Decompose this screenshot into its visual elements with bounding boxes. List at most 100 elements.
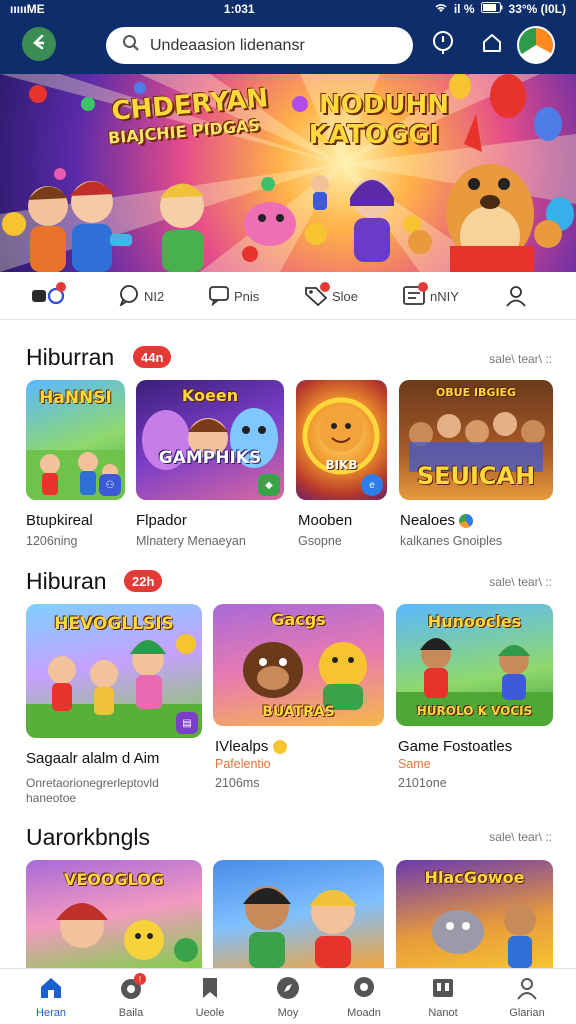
thumbnail-title: HlacGowoe <box>424 868 525 887</box>
game-title[interactable]: Nealoes <box>400 512 474 529</box>
notification-badge <box>56 282 66 292</box>
bottom-nav: Heran ! Baila Ueole Moy Moadn Nanot Glar… <box>0 968 576 1024</box>
location-pin-icon <box>432 30 454 60</box>
signal-label: il % <box>453 2 475 16</box>
category-nav: NI2 Pnis Sloe nNIY <box>0 272 576 320</box>
nav-chat-label: Moadn <box>347 1007 381 1019</box>
platform-icon: ▤ <box>176 712 198 734</box>
chat-bubble-icon <box>351 975 377 1004</box>
game-card-thumbnail[interactable]: HEVOGLLSIS ▤ <box>26 604 202 738</box>
nav-profile-label: Glarian <box>509 1007 545 1019</box>
profile-icon <box>504 284 528 311</box>
category-chat[interactable]: NI2 <box>118 284 164 309</box>
thumbnail-title: SEUICAH <box>416 462 536 490</box>
section-badge: 22h <box>124 570 163 592</box>
game-title[interactable]: Mooben <box>298 512 352 529</box>
game-meta: 2101one <box>398 776 447 790</box>
home-icon <box>38 975 64 1004</box>
battery-icon <box>480 2 503 16</box>
game-card-thumbnail[interactable]: Gacgs BUATRAS <box>213 604 384 726</box>
game-card-thumbnail[interactable]: HlacGowoe <box>396 860 553 968</box>
carrier-label: ıııııME <box>10 2 45 16</box>
hero-subtitle-right: KATOGGI <box>308 120 440 150</box>
game-card-thumbnail[interactable]: HaNNSI ⚇ <box>26 380 125 500</box>
back-icon <box>30 33 48 56</box>
game-title[interactable]: Flpador <box>136 512 187 529</box>
notification-badge: ! <box>134 973 146 985</box>
nav-profile[interactable]: Glarian <box>494 975 560 1019</box>
nav-explore-label: Moy <box>277 1007 299 1019</box>
game-meta: haneotoe <box>26 791 77 805</box>
game-title[interactable]: IVlealps <box>215 738 287 755</box>
game-title[interactable]: Game Fostoatles <box>398 738 512 755</box>
platform-icon: e <box>361 474 383 496</box>
avatar-flag-icon[interactable] <box>517 26 555 64</box>
game-subtitle: Mlnatery Menaeyan <box>136 534 246 548</box>
location-button[interactable] <box>430 30 456 60</box>
see-all-link[interactable]: sale\ tear\ :: <box>489 575 552 589</box>
nav-explore[interactable]: Moy <box>255 975 321 1019</box>
game-subtitle: Gsopne <box>298 534 342 548</box>
game-title-text: IVlealps <box>215 738 269 755</box>
nav-games[interactable]: ! Baila <box>98 973 164 1019</box>
game-card-thumbnail[interactable]: Koeen GAMPHIKS ◆ <box>136 380 284 500</box>
battery-label: 33°% (I0L) <box>508 2 566 16</box>
nav-home[interactable]: Heran <box>18 975 84 1019</box>
game-card-thumbnail[interactable]: Hunoocles HUROLO K VOCIS <box>396 604 553 726</box>
category-list-label: nNIY <box>430 289 459 304</box>
platform-icon: ◆ <box>258 474 280 496</box>
game-subtitle: 1206ning <box>26 534 78 548</box>
hero-title-right: NODUHN <box>318 90 450 120</box>
smile-icon <box>272 740 287 755</box>
game-title[interactable]: Sagaalr alalm d Aim <box>26 750 159 767</box>
home-button[interactable] <box>479 32 505 58</box>
nav-games-label: Baila <box>118 1007 144 1019</box>
thumbnail-title: HaNNSI <box>39 388 112 408</box>
see-all-link[interactable]: sale\ tear\ :: <box>489 352 552 366</box>
status-bar: ıııııME 1:031 il % 33°% (I0L) <box>0 0 576 18</box>
search-input[interactable] <box>150 36 390 55</box>
category-store[interactable]: Sloe <box>304 282 359 309</box>
game-card-thumbnail[interactable]: VEOOGLOG <box>26 860 202 968</box>
status-indicators: il % 33°% (I0L) <box>434 2 566 16</box>
nav-library[interactable]: Nanot <box>410 975 476 1019</box>
game-card-thumbnail[interactable]: BIKB e <box>296 380 387 500</box>
back-button[interactable] <box>22 27 56 61</box>
globe-icon <box>459 514 474 529</box>
category-store-label: Sloe <box>332 289 359 304</box>
game-card-thumbnail[interactable]: OBUE IBGIEG SEUICAH <box>399 380 553 500</box>
thumbnail-caption: OBUE IBGIEG <box>435 386 517 399</box>
game-title[interactable]: Btupkireal <box>26 512 93 529</box>
nav-home-label: Heran <box>36 1007 66 1019</box>
search-bar[interactable] <box>106 27 413 64</box>
bookmark-icon <box>197 975 223 1004</box>
thumbnail-caption: Gacgs <box>271 610 326 629</box>
nav-chat[interactable]: Moadn <box>331 975 397 1019</box>
category-profile[interactable] <box>504 284 528 311</box>
game-title-text: Nealoes <box>400 512 456 529</box>
library-icon <box>430 975 456 1004</box>
thumbnail-title: BIKB <box>325 458 358 472</box>
thumbnail-subtitle: GAMPHIKS <box>158 448 262 468</box>
game-subtitle: kalkanes Gnoiples <box>400 534 503 548</box>
thumbnail-title: VEOOGLOG <box>63 870 164 889</box>
platform-icon: ⚇ <box>99 474 121 496</box>
section-title: Uarorkbngls <box>26 824 150 850</box>
thumbnail-caption: Hunoocles <box>427 612 522 631</box>
category-list[interactable]: nNIY <box>402 282 459 309</box>
game-subtitle: Onretaorionegrerleptovld <box>26 776 159 790</box>
chat-icon <box>118 284 140 309</box>
message-icon <box>208 284 230 309</box>
hero-banner[interactable]: CHDERYAN BIAJCHIE PIDGAS NODUHN KATOGGI <box>0 74 576 272</box>
hero-artwork <box>0 74 576 272</box>
see-all-link[interactable]: sale\ tear\ :: <box>489 830 552 844</box>
category-games[interactable] <box>30 282 66 309</box>
thumbnail-title: HEVOGLLSIS <box>54 614 174 634</box>
category-messages[interactable]: Pnis <box>208 284 259 309</box>
game-card-thumbnail[interactable] <box>213 860 384 968</box>
nav-saved[interactable]: Ueole <box>177 975 243 1019</box>
section-title: Hiburran <box>26 344 115 370</box>
app-header <box>0 18 576 74</box>
gamepad-icon: ! <box>118 973 146 1004</box>
wifi-icon <box>434 2 448 16</box>
